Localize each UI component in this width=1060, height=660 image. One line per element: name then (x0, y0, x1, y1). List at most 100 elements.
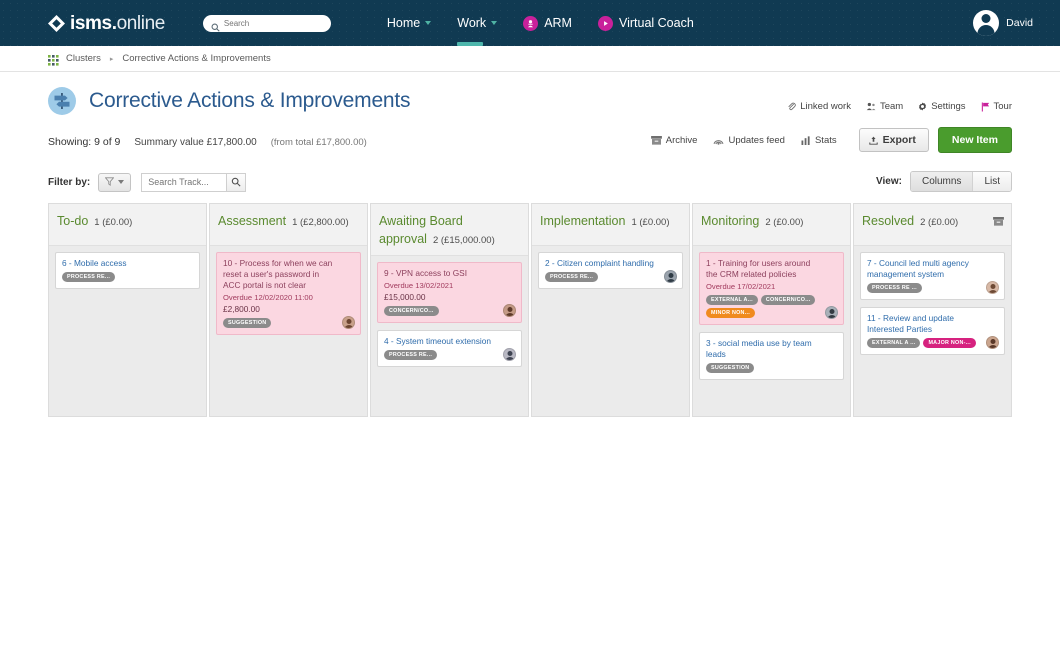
card-tag[interactable]: SUGGESTION (706, 363, 755, 373)
search-icon (232, 177, 241, 187)
board-card[interactable]: 1 - Training for users around the CRM re… (699, 252, 844, 326)
view-switcher: View: Columns List (876, 171, 1012, 192)
card-assignee-avatar[interactable] (986, 335, 999, 349)
column-count: 1 (£0.00) (631, 217, 670, 228)
isms-diamond-logo-icon (48, 14, 65, 32)
view-label: View: (876, 176, 902, 187)
global-search-input[interactable] (223, 18, 324, 28)
view-option-list[interactable]: List (972, 172, 1011, 191)
board-card[interactable]: 4 - System timeout extension PROCESS RE..… (377, 329, 522, 367)
nav-item-home-label: Home (386, 16, 421, 30)
filter-by-label: Filter by: (48, 176, 91, 188)
export-button[interactable]: Export (858, 128, 929, 152)
card-tags: EXTERNAL A... CONCERN/CO... MINOR NON... (706, 295, 837, 319)
board-column: Assessment 1 (£2,800.00) 10 - Process for … (209, 203, 368, 417)
card-title: 10 - Process for when we can reset a use… (223, 258, 333, 290)
play-circle-icon (597, 15, 613, 31)
action-toolbar: Archive Updates feed Stats Export New It… (650, 127, 1012, 153)
stats-label: Stats (814, 134, 837, 146)
summary-value: Summary value £17,800.00 (134, 136, 257, 148)
logo-text-light: online (116, 12, 166, 34)
card-tag[interactable]: MINOR NON... (706, 308, 755, 319)
card-tag[interactable]: PROCESS RE ... (867, 282, 922, 293)
card-due-date: Overdue 12/02/2020 11:00 (223, 292, 313, 302)
board-card[interactable]: 6 - Mobile access PROCESS RE... (55, 252, 200, 289)
breadcrumb-clusters-link[interactable]: Clusters (66, 53, 101, 64)
settings-label: Settings (931, 101, 966, 112)
linked-work-label: Linked work (800, 101, 851, 112)
global-search-box[interactable] (202, 14, 331, 32)
search-track-input[interactable] (141, 172, 227, 192)
column-title: Monitoring (701, 214, 760, 228)
card-tag[interactable]: CONCERN/CO... (760, 295, 816, 306)
board-card[interactable]: 11 - Review and update Interested Partie… (860, 306, 1005, 355)
updates-feed-link[interactable]: Updates feed (713, 135, 785, 146)
board-card[interactable]: 2 - Citizen complaint handling PROCESS RE… (538, 252, 683, 289)
card-tag[interactable]: PROCESS RE... (545, 271, 599, 282)
nav-item-work[interactable]: Work (457, 0, 498, 46)
clusters-grid-icon (48, 53, 59, 66)
column-count: 2 (£0.00) (920, 217, 959, 228)
archive-link[interactable]: Archive (650, 135, 697, 146)
card-tag[interactable]: SUGGESTION (223, 317, 272, 328)
card-tag[interactable]: PROCESS RE... (62, 271, 116, 282)
board-card[interactable]: 7 - Council led multi agency management … (860, 252, 1005, 300)
card-assignee-avatar[interactable] (342, 315, 355, 329)
page-title-row: Corrective Actions & Improvements Linked… (48, 72, 1012, 115)
filter-dropdown[interactable] (98, 172, 132, 192)
column-body: 1 - Training for users around the CRM re… (693, 246, 850, 416)
column-header: To-do 1 (£0.00) (49, 204, 206, 246)
brand-logo[interactable]: isms.online (48, 14, 165, 33)
card-assignee-avatar[interactable] (664, 269, 677, 283)
team-link[interactable]: Team (866, 101, 903, 112)
nav-item-home[interactable]: Home (386, 0, 432, 46)
card-tag[interactable]: MAJOR NON-... (923, 337, 976, 348)
card-tag[interactable]: PROCESS RE... (384, 349, 438, 360)
paperclip-icon (787, 102, 796, 111)
card-title: 2 - Citizen complaint handling (545, 258, 654, 268)
tour-link[interactable]: Tour (981, 101, 1012, 112)
column-body: 2 - Citizen complaint handling PROCESS RE… (532, 246, 689, 416)
summary-row: Showing: 9 of 9 Summary value £17,800.00… (48, 127, 1012, 155)
gear-icon (918, 102, 927, 111)
card-value: £15,000.00 (384, 292, 426, 303)
stats-link[interactable]: Stats (801, 135, 837, 146)
card-assignee-avatar[interactable] (825, 306, 838, 320)
column-header: Resolved 2 (£0.00) (854, 204, 1011, 246)
page-title: Corrective Actions & Improvements (89, 89, 411, 112)
search-track-button[interactable] (226, 172, 247, 192)
column-archive-icon[interactable] (993, 213, 1004, 226)
column-title: Assessment (218, 214, 287, 228)
export-label: Export (882, 134, 916, 146)
flag-icon (981, 102, 990, 112)
board-column: Implementation 1 (£0.00) 2 - Citizen compl… (531, 203, 690, 417)
card-title: 11 - Review and update Interested Partie… (867, 312, 955, 334)
nav-item-arm[interactable]: ARM (523, 0, 572, 46)
board-column: Resolved 2 (£0.00) 7 - Council led multi a… (853, 203, 1012, 417)
nav-item-virtual-coach-label: Virtual Coach (618, 16, 694, 30)
board-card[interactable]: 10 - Process for when we can reset a use… (216, 252, 361, 335)
card-tags: EXTERNAL A ... MAJOR NON-... (867, 337, 998, 348)
card-tag[interactable]: EXTERNAL A... (706, 295, 758, 306)
card-tag[interactable]: EXTERNAL A ... (867, 337, 921, 348)
new-item-button[interactable]: New Item (937, 127, 1012, 153)
board-card[interactable]: 9 - VPN access to GSI Overdue 13/02/2021 £… (377, 262, 522, 323)
card-assignee-avatar[interactable] (986, 280, 999, 294)
settings-link[interactable]: Settings (918, 101, 966, 112)
card-tag[interactable]: CONCERN/CO... (384, 305, 439, 316)
view-toggle-group: Columns List (909, 171, 1012, 192)
team-label: Team (879, 101, 904, 112)
board-card[interactable]: 3 - social media use by team leads SUGGES… (699, 332, 844, 380)
column-title: To-do (57, 214, 89, 228)
card-title: 6 - Mobile access (62, 258, 127, 268)
nav-item-virtual-coach[interactable]: Virtual Coach (597, 0, 694, 46)
updates-feed-label: Updates feed (728, 134, 785, 146)
view-option-columns[interactable]: Columns (910, 172, 973, 191)
linked-work-link[interactable]: Linked work (787, 101, 851, 112)
user-menu[interactable]: David (973, 0, 1038, 46)
card-assignee-avatar[interactable] (503, 347, 516, 361)
card-assignee-avatar[interactable] (503, 303, 516, 317)
rss-feed-icon (713, 136, 724, 145)
card-tags: PROCESS RE... (384, 349, 515, 360)
card-tags: PROCESS RE ... (867, 282, 998, 293)
